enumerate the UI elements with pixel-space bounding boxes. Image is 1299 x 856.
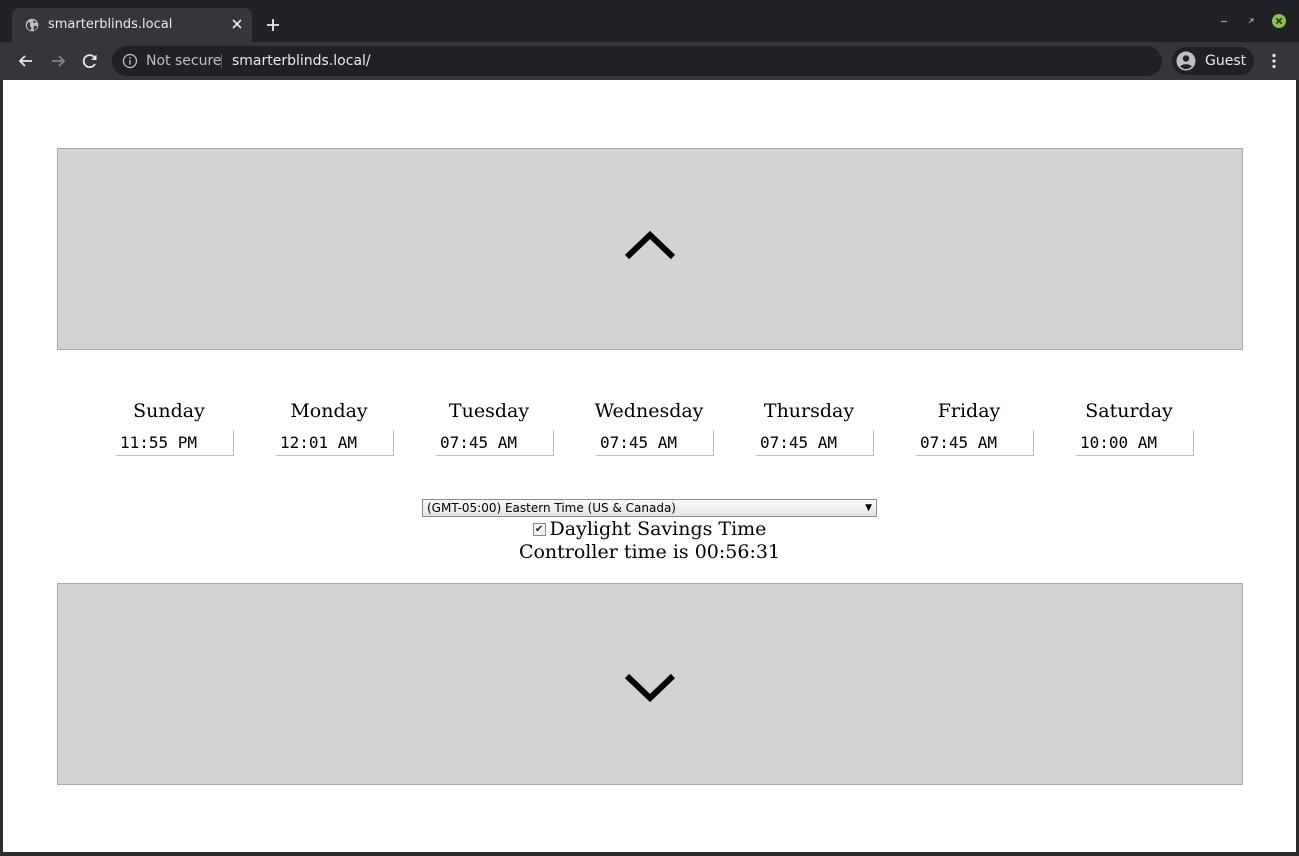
day-label: Tuesday: [448, 400, 530, 422]
schedule-day-wednesday: Wednesday 07:45 AM: [569, 398, 729, 456]
time-input-monday[interactable]: 12:01 AM: [276, 430, 394, 456]
profile-label: Guest: [1205, 53, 1247, 69]
day-label: Monday: [290, 400, 368, 422]
new-tab-plus-icon[interactable]: [265, 17, 281, 33]
browser-tab[interactable]: smarterblinds.local: [12, 8, 252, 42]
profile-button[interactable]: Guest: [1172, 47, 1254, 75]
day-label: Friday: [937, 400, 1001, 422]
schedule-day-tuesday: Tuesday 07:45 AM: [409, 398, 569, 456]
dst-row: ✔ Daylight Savings Time: [3, 517, 1296, 541]
timezone-select[interactable]: (GMT-05:00) Eastern Time (US & Canada) ▼: [422, 499, 877, 517]
dropdown-arrow-icon: ▼: [865, 503, 872, 513]
close-icon[interactable]: [230, 17, 244, 31]
timezone-selected-value: (GMT-05:00) Eastern Time (US & Canada): [427, 501, 676, 515]
chevron-down-icon: [625, 673, 675, 703]
schedule-day-friday: Friday 07:45 AM: [889, 398, 1049, 456]
time-input-saturday[interactable]: 10:00 AM: [1076, 430, 1194, 456]
dst-label: Daylight Savings Time: [549, 518, 767, 540]
account-circle-icon: [1176, 51, 1196, 71]
url-text[interactable]: smarterblinds.local/: [232, 53, 371, 69]
dst-checkbox[interactable]: ✔: [532, 523, 546, 536]
schedule-day-thursday: Thursday 07:45 AM: [729, 398, 889, 456]
chevron-up-icon: [625, 230, 675, 260]
browser-titlebar: smarterblinds.local: [0, 0, 1299, 42]
back-arrow-icon[interactable]: [16, 51, 36, 71]
reload-icon[interactable]: [80, 51, 100, 71]
restore-icon[interactable]: [1244, 14, 1258, 28]
time-input-tuesday[interactable]: 07:45 AM: [436, 430, 554, 456]
more-vert-icon[interactable]: [1264, 51, 1284, 71]
controller-time: Controller time is 00:56:31: [518, 541, 781, 563]
address-bar[interactable]: Not secure smarterblinds.local/: [112, 46, 1162, 76]
browser-toolbar: Not secure smarterblinds.local/ Guest: [0, 42, 1299, 80]
schedule-day-monday: Monday 12:01 AM: [249, 398, 409, 456]
day-label: Sunday: [133, 400, 205, 422]
schedule-day-saturday: Saturday 10:00 AM: [1049, 398, 1209, 456]
day-label: Thursday: [763, 400, 855, 422]
forward-arrow-icon[interactable]: [48, 51, 68, 71]
day-label: Saturday: [1085, 400, 1173, 422]
info-icon[interactable]: [122, 53, 138, 69]
minimize-icon[interactable]: [1217, 14, 1231, 28]
blinds-down-button[interactable]: [57, 583, 1243, 785]
page-viewport: Sunday 11:55 PM Monday 12:01 AM Tuesday …: [3, 80, 1296, 852]
security-status[interactable]: Not secure: [146, 53, 222, 69]
blinds-up-button[interactable]: [57, 148, 1243, 350]
tab-title: smarterblinds.local: [48, 17, 173, 32]
window-close-icon[interactable]: [1272, 14, 1286, 28]
globe-icon: [25, 18, 39, 32]
time-input-wednesday[interactable]: 07:45 AM: [596, 430, 714, 456]
time-input-sunday[interactable]: 11:55 PM: [116, 430, 234, 456]
time-input-friday[interactable]: 07:45 AM: [916, 430, 1034, 456]
omnibox-divider: [221, 54, 222, 68]
time-input-thursday[interactable]: 07:45 AM: [756, 430, 874, 456]
schedule-day-sunday: Sunday 11:55 PM: [89, 398, 249, 456]
day-label: Wednesday: [594, 400, 704, 422]
